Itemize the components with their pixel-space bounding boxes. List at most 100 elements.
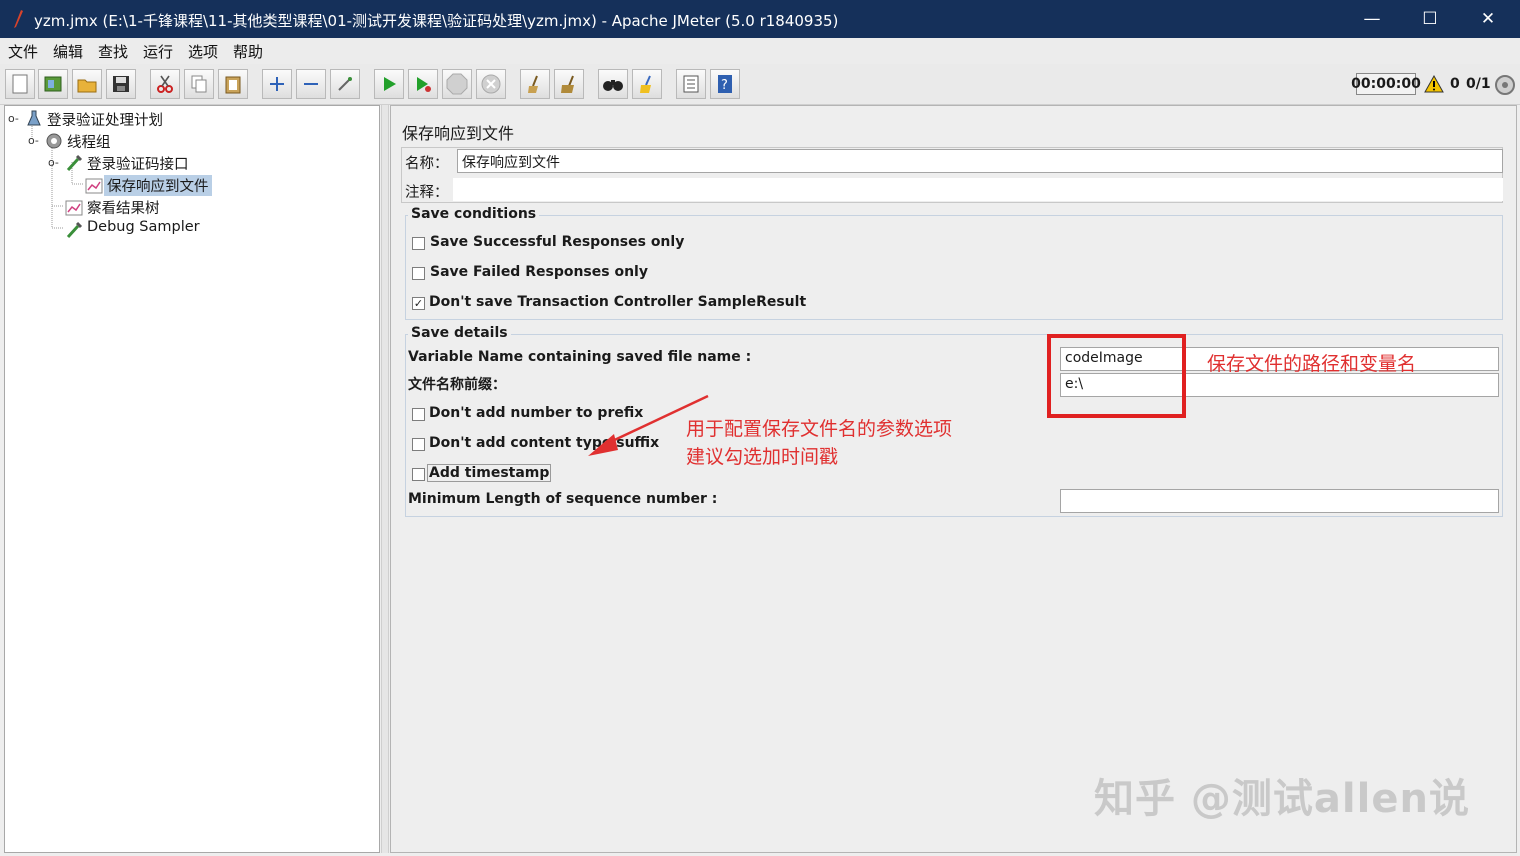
warning-icon[interactable] — [1424, 75, 1444, 93]
start-button[interactable] — [374, 69, 404, 99]
maximize-button[interactable]: ☐ — [1402, 0, 1458, 38]
toggle-button[interactable] — [330, 69, 360, 99]
thread-group-gear-icon — [46, 133, 62, 149]
tree-item-test-plan[interactable]: 登录验证处理计划 — [47, 109, 163, 130]
sampler-pipette-icon — [66, 154, 83, 172]
menu-options[interactable]: 选项 — [188, 41, 218, 62]
copy-button[interactable] — [184, 69, 214, 99]
reset-search-button[interactable] — [632, 69, 662, 99]
panel-title: 保存响应到文件 — [402, 124, 515, 143]
tree-item-debug-sampler[interactable]: Debug Sampler — [87, 219, 200, 235]
stop-icon — [446, 73, 468, 95]
annotation-path-note: 保存文件的路径和变量名 — [1207, 353, 1417, 375]
menu-help[interactable]: 帮助 — [233, 41, 263, 62]
tree-toggle[interactable]: o- — [28, 134, 39, 147]
paste-button[interactable] — [218, 69, 248, 99]
tree-item-save-response[interactable]: 保存响应到文件 — [104, 175, 212, 196]
tree-item-login-captcha-sampler[interactable]: 登录验证码接口 — [87, 153, 189, 174]
comment-label: 注释： — [405, 185, 449, 201]
sampler-pipette-icon — [66, 221, 83, 239]
clear-all-button[interactable] — [554, 69, 584, 99]
min-length-input[interactable] — [1060, 489, 1499, 513]
function-helper-button[interactable] — [676, 69, 706, 99]
tree-item-thread-group[interactable]: 线程组 — [67, 131, 111, 152]
shutdown-button[interactable] — [476, 69, 506, 99]
name-input[interactable]: 保存响应到文件 — [457, 149, 1503, 173]
search-button[interactable] — [598, 69, 628, 99]
broom-yellow-icon — [640, 75, 651, 93]
save-conditions-legend: Save conditions — [408, 206, 540, 222]
open-button[interactable] — [72, 69, 102, 99]
dont-add-content-type-checkbox[interactable] — [412, 438, 425, 451]
minimize-button[interactable]: — — [1344, 0, 1400, 38]
menu-search[interactable]: 查找 — [98, 41, 128, 62]
watermark-text: 知乎 @测试allen说 — [1094, 776, 1470, 822]
new-file-icon — [12, 74, 28, 94]
help-button[interactable]: ? — [710, 69, 740, 99]
help-question-icon: ? — [718, 75, 732, 93]
save-response-panel: 保存响应到文件 名称： 保存响应到文件 注释： Save conditions … — [390, 105, 1517, 853]
test-plan-tree: o- 登录验证处理计划 o- 线程组 o- 登录验证码接口 保存响应到文件 察看… — [4, 105, 380, 853]
scissors-icon — [157, 75, 173, 93]
save-button[interactable] — [106, 69, 136, 99]
annotation-highlight-box — [1047, 334, 1186, 418]
tree-toggle[interactable]: o- — [8, 112, 19, 125]
title-bar: yzm.jmx (E:\1-千锋课程\11-其他类型课程\01-测试开发课程\验… — [0, 0, 1520, 38]
cut-button[interactable] — [150, 69, 180, 99]
clear-button[interactable] — [520, 69, 550, 99]
close-button[interactable]: ✕ — [1460, 0, 1516, 38]
name-label: 名称： — [405, 156, 449, 172]
templates-button[interactable] — [38, 69, 68, 99]
collapse-all-button[interactable] — [296, 69, 326, 99]
annotation-param-note-1: 用于配置保存文件名的参数选项 — [686, 418, 953, 440]
variable-name-label: Variable Name containing saved file name… — [408, 349, 752, 365]
templates-icon — [44, 76, 62, 92]
play-icon — [384, 77, 396, 91]
start-no-pauses-button[interactable] — [408, 69, 438, 99]
menu-bar: 文件 编辑 查找 运行 选项 帮助 — [0, 38, 1520, 64]
save-disk-icon — [113, 76, 129, 92]
menu-file[interactable]: 文件 — [8, 41, 38, 62]
filename-prefix-label: 文件名称前缀： — [408, 377, 506, 393]
listener-graph-icon — [65, 200, 83, 216]
toolbar: ? 00:00:00 0 0/1 — [0, 64, 1520, 105]
menu-edit[interactable]: 编辑 — [53, 41, 83, 62]
add-timestamp-checkbox[interactable] — [412, 468, 425, 481]
dont-add-number-checkbox[interactable] — [412, 408, 425, 421]
save-details-legend: Save details — [408, 325, 511, 341]
menu-run[interactable]: 运行 — [143, 41, 173, 62]
jmeter-feather-icon — [14, 10, 23, 28]
save-failed-label[interactable]: Save Failed Responses only — [430, 264, 648, 280]
expand-all-button[interactable] — [262, 69, 292, 99]
minus-icon — [304, 83, 318, 85]
list-icon — [683, 75, 699, 93]
add-timestamp-label[interactable]: Add timestamp — [427, 464, 552, 482]
listener-graph-icon — [85, 178, 103, 194]
toggle-wand-icon — [338, 77, 352, 91]
split-pane-divider[interactable] — [381, 105, 389, 853]
save-failed-checkbox[interactable] — [412, 267, 425, 280]
broom-all-icon — [561, 75, 574, 93]
stop-button[interactable] — [442, 69, 472, 99]
running-indicator-icon — [1495, 75, 1515, 95]
shutdown-icon — [481, 74, 501, 94]
save-successful-label[interactable]: Save Successful Responses only — [430, 234, 684, 250]
tree-item-view-results-tree[interactable]: 察看结果树 — [87, 197, 160, 218]
save-successful-checkbox[interactable] — [412, 237, 425, 250]
tree-toggle[interactable]: o- — [48, 156, 59, 169]
broom-icon — [528, 75, 538, 93]
folder-open-icon — [77, 79, 97, 93]
window-title: yzm.jmx (E:\1-千锋课程\11-其他类型课程\01-测试开发课程\验… — [34, 12, 839, 30]
min-length-label: Minimum Length of sequence number : — [408, 491, 718, 507]
copy-icon — [191, 75, 207, 93]
comment-input[interactable] — [453, 178, 1503, 201]
binoculars-icon — [603, 80, 623, 91]
dont-save-transaction-label[interactable]: Don't save Transaction Controller Sample… — [429, 294, 806, 310]
dont-save-transaction-checkbox[interactable]: ✓ — [412, 297, 425, 310]
new-button[interactable] — [5, 69, 35, 99]
play-no-pause-icon — [417, 77, 431, 92]
test-plan-flask-icon — [27, 110, 41, 126]
elapsed-timer: 00:00:00 — [1351, 73, 1421, 95]
paste-icon — [225, 76, 241, 94]
svg-text:?: ? — [721, 78, 728, 93]
